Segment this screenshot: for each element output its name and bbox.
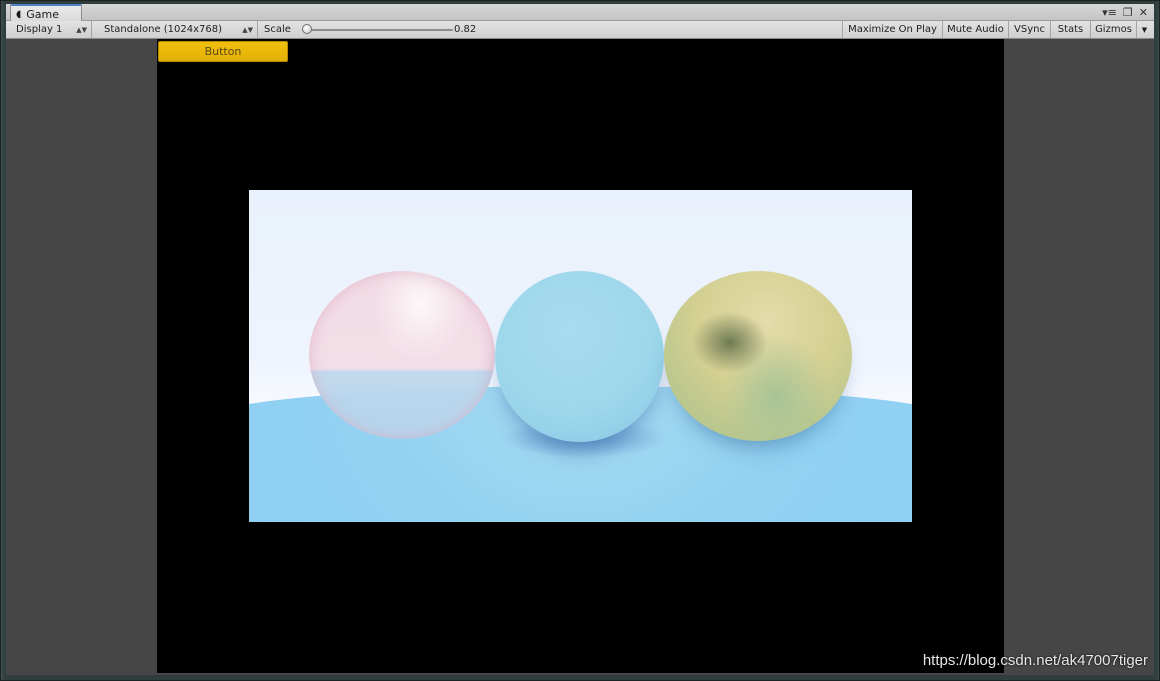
menu-icon[interactable]: ▾≡ [1102, 6, 1117, 19]
scale-value: 0.82 [454, 24, 477, 35]
glass-sphere [309, 271, 495, 439]
game-ui-button[interactable]: Button [158, 41, 288, 62]
scale-slider-track[interactable] [303, 29, 453, 31]
tab-strip: ◖ Game ▾≡ ❐ ✕ [6, 4, 1154, 22]
gizmos-dropdown-icon[interactable]: ▼ [1136, 21, 1152, 38]
vsync-button[interactable]: VSync [1008, 21, 1050, 38]
display-dropdown[interactable]: Display 1 ▲▼ [10, 21, 92, 38]
gizmos-button[interactable]: Gizmos [1090, 21, 1136, 38]
raytraced-scene-image [249, 190, 912, 522]
close-icon[interactable]: ✕ [1139, 6, 1148, 19]
watermark-text: https://blog.csdn.net/ak47007tiger [922, 652, 1148, 669]
maximize-on-play-button[interactable]: Maximize On Play [842, 21, 942, 38]
resolution-label: Standalone (1024x768) [104, 24, 223, 35]
window-controls: ▾≡ ❐ ✕ [1102, 5, 1148, 19]
display-label: Display 1 [16, 24, 63, 35]
metal-sphere [664, 271, 852, 441]
diffuse-sphere [495, 271, 664, 442]
resolution-dropdown[interactable]: Standalone (1024x768) ▲▼ [98, 21, 258, 38]
maximize-icon[interactable]: ❐ [1123, 6, 1133, 19]
scale-slider-thumb[interactable] [302, 24, 312, 34]
mute-audio-button[interactable]: Mute Audio [942, 21, 1008, 38]
tab-game[interactable]: ◖ Game [10, 4, 82, 22]
dropdown-arrow-icon: ▲▼ [242, 25, 253, 34]
game-toolbar: Display 1 ▲▼ Standalone (1024x768) ▲▼ Sc… [6, 21, 1154, 39]
game-icon: ◖ [16, 8, 22, 20]
dropdown-arrow-icon: ▲▼ [76, 25, 87, 34]
tab-label: Game [26, 7, 60, 21]
scale-label: Scale [264, 24, 291, 35]
stats-button[interactable]: Stats [1050, 21, 1090, 38]
